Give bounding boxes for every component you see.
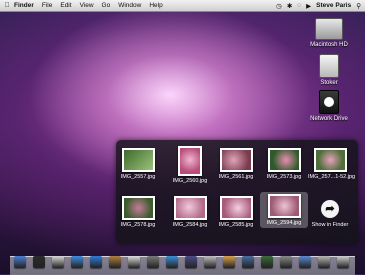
ical-icon[interactable]	[128, 256, 140, 268]
trash-icon[interactable]	[337, 256, 349, 268]
desktop-icon-label: Stoker	[320, 80, 338, 86]
stack-item-img-2594[interactable]: IMG_2594.jpg	[260, 192, 308, 228]
menu-help[interactable]: Help	[149, 2, 162, 9]
wifi-icon[interactable]: ◌	[297, 2, 301, 9]
apple-icon[interactable]: 	[0, 2, 14, 9]
stack-item-img-2573[interactable]: IMG_2573.jpg	[262, 148, 306, 180]
desktop-icon-label: Macintosh HD	[310, 42, 348, 48]
stack-item-label: IMG_2594.jpg	[266, 220, 302, 226]
menu-window[interactable]: Window	[118, 2, 141, 9]
stack-item-label: IMG_257...1-52.jpg	[308, 174, 356, 180]
photo-thumbnail	[219, 148, 253, 172]
finder-icon[interactable]	[14, 256, 26, 268]
time-machine-menu-icon[interactable]: ◷	[276, 2, 282, 10]
photo-thumbnail	[267, 148, 301, 172]
address-book-icon[interactable]	[109, 256, 121, 268]
photo-thumbnail	[178, 146, 202, 176]
menu-file[interactable]: File	[42, 2, 52, 9]
photo-thumbnail	[121, 196, 155, 220]
volume-icon[interactable]: ▶	[306, 2, 311, 10]
garageband-icon[interactable]	[223, 256, 235, 268]
stack-grid-panel: IMG_2557.jpg IMG_2560.jpg IMG_2561.jpg I…	[116, 140, 358, 244]
menu-extras: ◷ ✱ ◌ ▶ Steve Paris ⚲	[276, 0, 361, 11]
stack-item-label: IMG_2557.jpg	[120, 174, 156, 180]
iphoto-icon[interactable]	[185, 256, 197, 268]
stack-item-label: IMG_2560.jpg	[172, 178, 208, 184]
stack-item-img-2585[interactable]: IMG_2585.jpg	[214, 196, 258, 228]
show-in-finder-icon: ➦	[321, 200, 339, 218]
photo-thumbnail	[267, 194, 301, 218]
stack-item-img-2584[interactable]: IMG_2584.jpg	[168, 196, 212, 228]
ichat-icon[interactable]	[90, 256, 102, 268]
documents-stack-icon[interactable]	[318, 256, 330, 268]
stack-item-label: IMG_2573.jpg	[266, 174, 302, 180]
menu-bar:  Finder File Edit View Go Window Help ◷…	[0, 0, 365, 12]
photo-thumbnail	[219, 196, 253, 220]
stack-item-label: IMG_2561.jpg	[218, 174, 254, 180]
mail-icon[interactable]	[52, 256, 64, 268]
applications-folder-icon[interactable]	[299, 256, 311, 268]
photo-thumbnail	[121, 148, 155, 172]
hard-disk-icon	[315, 18, 343, 40]
stack-item-label: IMG_2584.jpg	[172, 222, 208, 228]
stack-item-label: IMG_2578.jpg	[120, 222, 156, 228]
stack-item-img-2560[interactable]: IMG_2560.jpg	[168, 146, 212, 184]
bluetooth-icon[interactable]: ✱	[287, 2, 292, 10]
network-drive-icon	[319, 90, 339, 114]
menu-go[interactable]: Go	[102, 2, 111, 9]
desktop-icon-macintosh-hd[interactable]: Macintosh HD	[294, 18, 364, 48]
desktop-icon-label: Network Drive	[310, 116, 348, 122]
stack-item-img-2557[interactable]: IMG_2557.jpg	[116, 148, 160, 180]
spaces-icon[interactable]	[242, 256, 254, 268]
external-disk-icon	[319, 54, 339, 78]
desktop-icon-stoker[interactable]: Stoker	[294, 54, 364, 86]
stack-item-img-2578[interactable]: IMG_2578.jpg	[116, 196, 160, 228]
photo-thumbnail	[313, 148, 347, 172]
time-machine-icon[interactable]	[261, 256, 273, 268]
preview-icon[interactable]	[147, 256, 159, 268]
show-in-finder-button[interactable]: ➦ Show in Finder	[308, 196, 352, 228]
desktop-icon-network-drive[interactable]: Network Drive	[294, 90, 364, 122]
stack-item-img-2572-1-52[interactable]: IMG_257...1-52.jpg	[308, 148, 356, 180]
itunes-icon[interactable]	[166, 256, 178, 268]
menu-app-name[interactable]: Finder	[14, 2, 34, 9]
imovie-icon[interactable]	[204, 256, 216, 268]
dashboard-icon[interactable]	[33, 256, 45, 268]
safari-icon[interactable]	[71, 256, 83, 268]
menu-edit[interactable]: Edit	[60, 2, 71, 9]
system-preferences-icon[interactable]	[280, 256, 292, 268]
stack-item-label: IMG_2585.jpg	[218, 222, 254, 228]
show-in-finder-label: Show in Finder	[311, 222, 349, 228]
stack-item-img-2561[interactable]: IMG_2561.jpg	[214, 148, 258, 180]
photo-thumbnail	[173, 196, 207, 220]
user-name[interactable]: Steve Paris	[316, 2, 351, 9]
menu-view[interactable]: View	[80, 2, 94, 9]
spotlight-icon[interactable]: ⚲	[356, 2, 361, 10]
